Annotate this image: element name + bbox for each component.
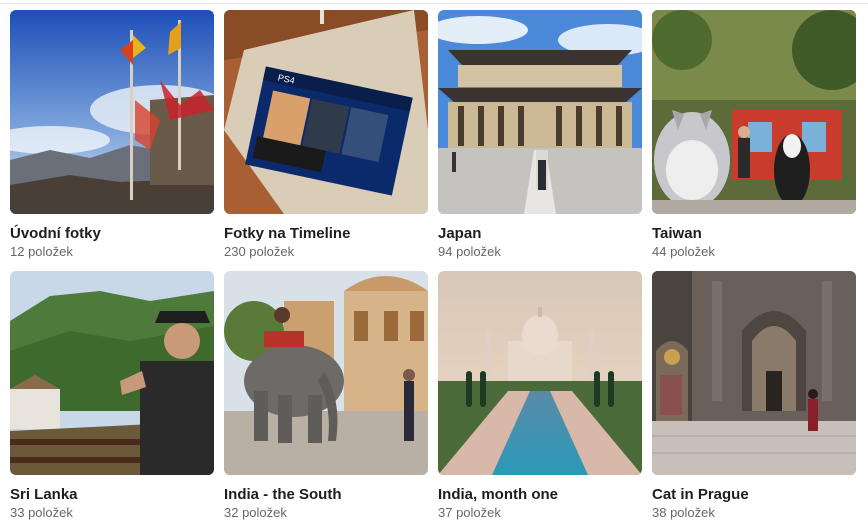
album-item-count: 230 položek — [224, 244, 295, 259]
album-card[interactable]: Úvodní fotky 12 položek — [10, 10, 214, 260]
album-title[interactable]: Sri Lanka — [10, 486, 214, 504]
album-item-count: 12 položek — [10, 244, 73, 259]
album-card[interactable]: Sri Lanka 33 položek — [10, 271, 214, 521]
album-title[interactable]: Úvodní fotky — [10, 225, 214, 243]
mountain-prayer-flags-photo — [10, 10, 214, 214]
album-cover-photo[interactable] — [10, 271, 214, 475]
taiwan-totoro-photo — [652, 10, 856, 214]
album-cover-photo[interactable] — [652, 10, 856, 214]
album-card[interactable]: India - the South 32 položek — [224, 271, 428, 521]
taj-mahal-photo — [438, 271, 642, 475]
album-item-count: 32 položek — [224, 505, 287, 520]
album-item-count: 37 položek — [438, 505, 501, 520]
album-cover-photo[interactable] — [10, 10, 214, 214]
album-cover-photo[interactable] — [438, 10, 642, 214]
album-title[interactable]: India - the South — [224, 486, 428, 504]
album-grid: Úvodní fotky 12 položek PS4 Fotky na Tim… — [0, 0, 868, 520]
album-title[interactable]: Fotky na Timeline — [224, 225, 428, 243]
prague-cathedral-photo — [652, 271, 856, 475]
album-card[interactable]: Cat in Prague 38 položek — [652, 271, 856, 521]
sri-lanka-hills-photo — [10, 271, 214, 475]
album-item-count: 33 položek — [10, 505, 73, 520]
album-cover-photo[interactable] — [438, 271, 642, 475]
album-title[interactable]: Cat in Prague — [652, 486, 856, 504]
album-card[interactable]: India, month one 37 položek — [438, 271, 642, 521]
album-item-count: 94 položek — [438, 244, 501, 259]
album-item-count: 44 položek — [652, 244, 715, 259]
ps4-box-photo: PS4 — [224, 10, 428, 214]
album-card[interactable]: PS4 Fotky na Timeline 230 položek — [224, 10, 428, 260]
divider — [0, 3, 868, 4]
album-card[interactable]: Japan 94 položek — [438, 10, 642, 260]
album-card[interactable]: Taiwan 44 položek — [652, 10, 856, 260]
album-item-count: 38 položek — [652, 505, 715, 520]
japan-temple-photo — [438, 10, 642, 214]
album-cover-photo[interactable] — [652, 271, 856, 475]
album-cover-photo[interactable]: PS4 — [224, 10, 428, 214]
album-title[interactable]: Japan — [438, 225, 642, 243]
album-title[interactable]: Taiwan — [652, 225, 856, 243]
album-cover-photo[interactable] — [224, 271, 428, 475]
album-title[interactable]: India, month one — [438, 486, 642, 504]
india-elephant-photo — [224, 271, 428, 475]
